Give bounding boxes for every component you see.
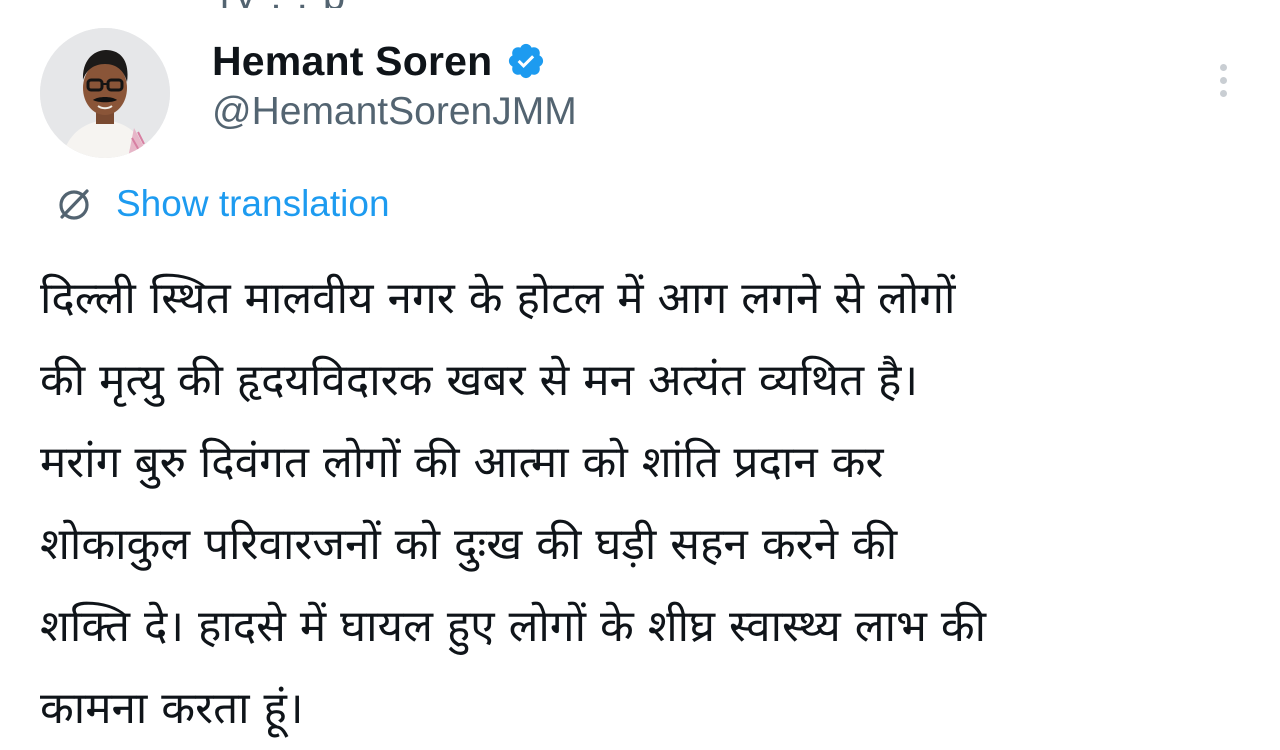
more-dot [1219, 63, 1227, 71]
tweet-text-line: की मृत्यु की हृदयविदारक खबर से मन अत्यंत… [40, 355, 919, 406]
verified-badge-icon [506, 41, 546, 81]
avatar[interactable] [40, 28, 170, 158]
previous-post-partial-text: ry , , p [0, 0, 1280, 8]
tweet-text: दिल्ली स्थित मालवीय नगर के होटल में आग ल… [40, 258, 1260, 750]
show-translation-link[interactable]: Show translation [52, 180, 390, 228]
more-dot [1219, 76, 1227, 84]
author-display-name[interactable]: Hemant Soren [212, 38, 492, 85]
profile-photo [40, 28, 170, 158]
author-handle[interactable]: @HemantSorenJMM [212, 90, 577, 134]
translate-icon [52, 182, 96, 226]
author-name-row[interactable]: Hemant Soren [212, 36, 546, 86]
tweet-text-line: शोकाकुल परिवारजनों को दुःख की घड़ी सहन क… [40, 519, 898, 570]
tweet-text-line: कामना करता हूं। [40, 683, 304, 734]
more-vertical-icon[interactable] [1205, 55, 1241, 105]
tweet-text-line: दिल्ली स्थित मालवीय नगर के होटल में आग ल… [40, 273, 956, 324]
tweet-text-line: शक्ति दे। हादसे में घायल हुए लोगों के शी… [40, 601, 987, 652]
more-dot [1219, 89, 1227, 97]
previous-post-fragment: ry , , p [220, 0, 347, 8]
tweet-text-line: मरांग बुरु दिवंगत लोगों की आत्मा को शांत… [40, 437, 884, 488]
show-translation-label[interactable]: Show translation [116, 183, 390, 225]
